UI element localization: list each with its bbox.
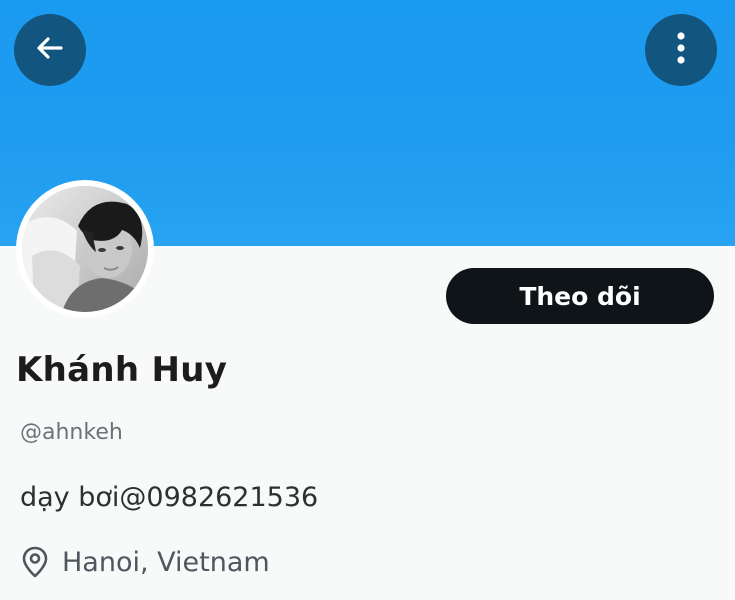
user-handle: @ahnkeh <box>20 420 123 445</box>
arrow-left-icon <box>34 32 66 69</box>
avatar[interactable] <box>22 186 148 312</box>
back-button[interactable] <box>14 14 86 86</box>
profile-screen: Theo dõi Khánh Huy @ahnkeh dạy bơi@09826… <box>0 0 735 600</box>
avatar-photo <box>22 186 148 312</box>
avatar-frame <box>16 180 154 318</box>
profile-bio: dạy bơi@0982621536 <box>20 482 319 513</box>
profile-location: Hanoi, Vietnam <box>22 545 270 579</box>
location-text: Hanoi, Vietnam <box>62 546 270 578</box>
location-pin-icon <box>22 545 52 579</box>
more-options-button[interactable] <box>645 14 717 86</box>
follow-button[interactable]: Theo dõi <box>446 268 714 324</box>
more-vertical-icon <box>675 30 687 71</box>
display-name: Khánh Huy <box>16 350 228 390</box>
